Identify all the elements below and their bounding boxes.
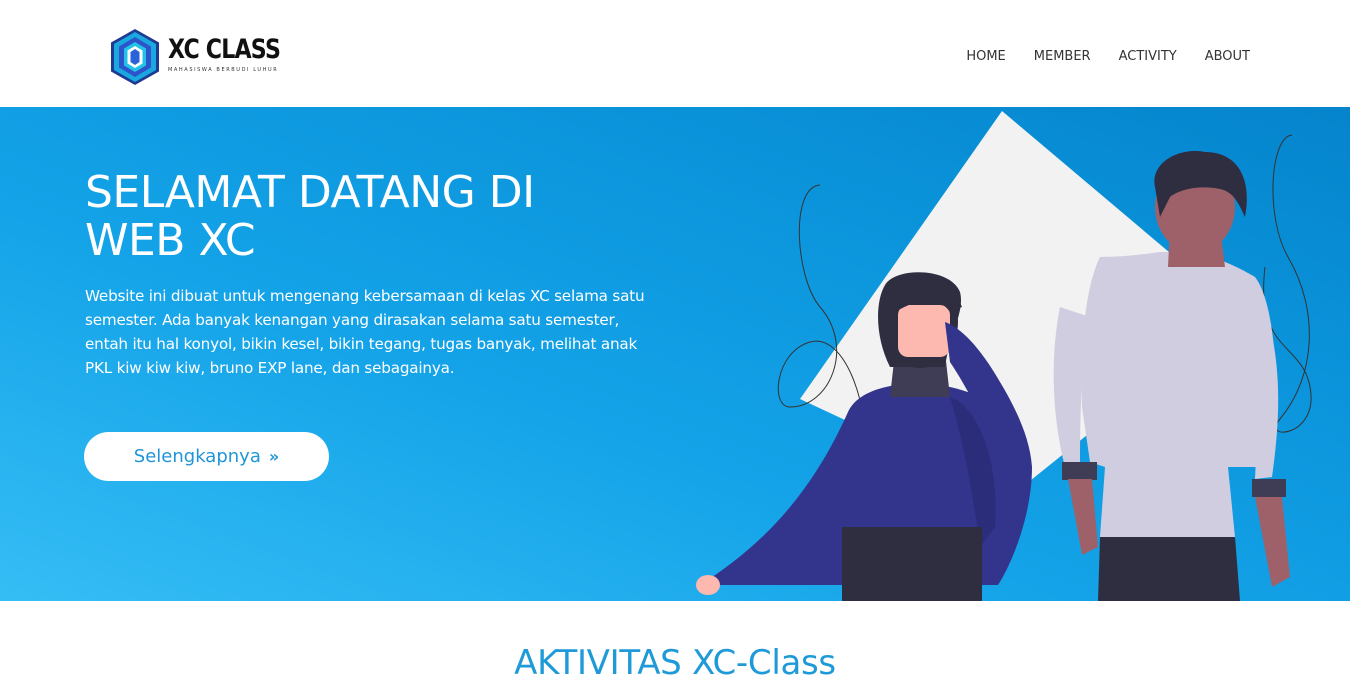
learn-more-label: Selengkapnya xyxy=(133,446,261,467)
activities-title: AKTIVITAS XC-Class xyxy=(514,643,836,683)
nav-about[interactable]: ABOUT xyxy=(1205,49,1250,64)
two-people-illustration xyxy=(696,111,1312,601)
learn-more-button[interactable]: Selengkapnya » xyxy=(84,432,329,481)
logo-tagline: MAHASISWA BERBUDI LUHUR xyxy=(168,67,279,73)
nav-home[interactable]: HOME xyxy=(966,49,1005,64)
hero-title: SELAMAT DATANG DI WEB XC xyxy=(85,167,535,266)
hexagon-logo-icon xyxy=(111,29,159,85)
site-header: XC CLASS MAHASISWA BERBUDI LUHUR HOME ME… xyxy=(0,0,1350,107)
nav-activity[interactable]: ACTIVITY xyxy=(1119,49,1177,64)
site-logo[interactable]: XC CLASS MAHASISWA BERBUDI LUHUR xyxy=(108,27,281,87)
double-chevron-right-icon: » xyxy=(268,447,280,466)
hero-description: Website ini dibuat untuk mengenang keber… xyxy=(85,287,645,377)
main-nav: HOME MEMBER ACTIVITY ABOUT xyxy=(938,49,1250,64)
logo-text: XC CLASS xyxy=(168,34,281,65)
nav-member[interactable]: MEMBER xyxy=(1034,49,1091,64)
hero-section: SELAMAT DATANG DI WEB XC Website ini dib… xyxy=(0,107,1350,601)
